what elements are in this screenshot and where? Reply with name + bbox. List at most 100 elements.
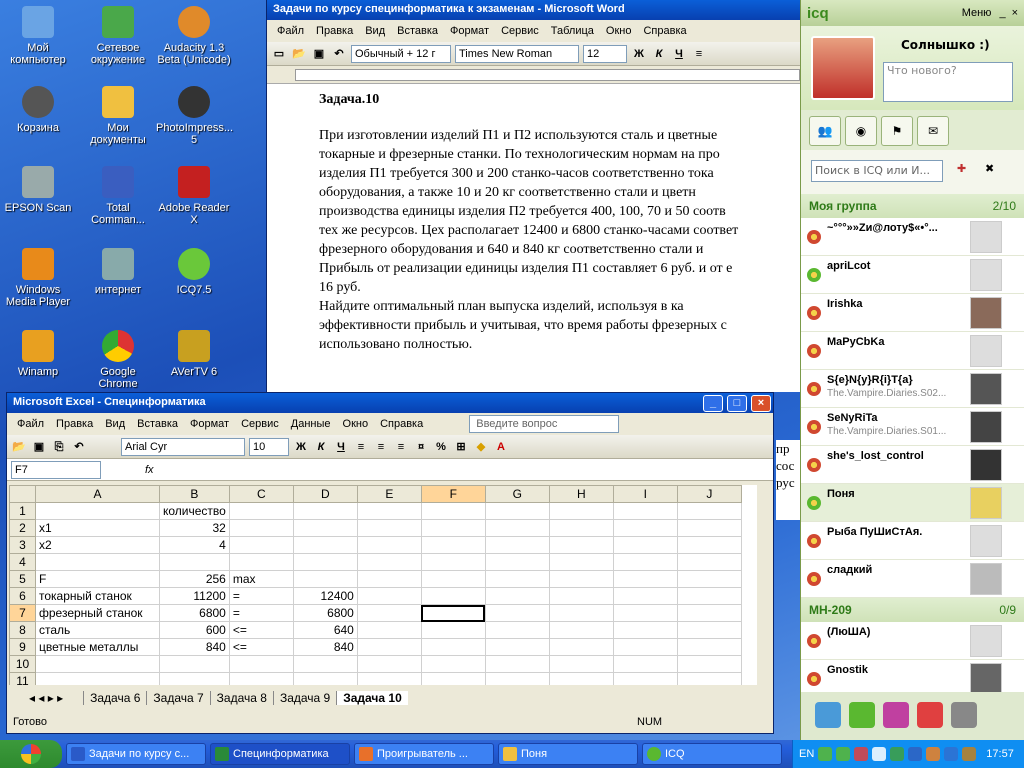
- desktop-icon-internet[interactable]: интернет: [80, 248, 156, 296]
- tray-app-icon[interactable]: [872, 747, 887, 761]
- cell[interactable]: 32: [159, 519, 230, 537]
- desktop-icon-audacity[interactable]: Audacity 1.3 Beta (Unicode): [156, 6, 232, 66]
- desktop-icon-my-computer[interactable]: Мой компьютер: [0, 6, 76, 66]
- sms-tab-icon[interactable]: ✉: [917, 116, 949, 146]
- cell[interactable]: F: [35, 570, 160, 588]
- cell[interactable]: [35, 553, 160, 571]
- cell[interactable]: 640: [292, 621, 358, 639]
- start-button[interactable]: [0, 740, 62, 768]
- status-message-input[interactable]: Что нового?: [883, 62, 1013, 102]
- add-contact-icon[interactable]: ✚: [957, 162, 966, 175]
- open-icon[interactable]: 📂: [11, 439, 27, 455]
- row-header[interactable]: 7: [9, 604, 36, 622]
- column-header[interactable]: E: [356, 485, 422, 503]
- cell[interactable]: =: [228, 587, 294, 605]
- cell[interactable]: [292, 519, 358, 537]
- desktop-icon-photoimpress[interactable]: PhotoImpress... 5: [156, 86, 233, 146]
- cell[interactable]: [35, 655, 160, 673]
- row-header[interactable]: 11: [9, 672, 36, 685]
- taskbar-item-folder[interactable]: Поня: [498, 743, 638, 765]
- cell[interactable]: [292, 672, 358, 685]
- gift-icon[interactable]: [883, 702, 909, 728]
- cell[interactable]: [292, 502, 358, 520]
- fill-color-icon[interactable]: ◆: [473, 439, 489, 455]
- align-left-icon[interactable]: ≡: [691, 46, 707, 62]
- open-icon[interactable]: 📂: [291, 46, 307, 62]
- cell[interactable]: [292, 570, 358, 588]
- desktop-icon-winamp[interactable]: Winamp: [0, 330, 76, 378]
- cell[interactable]: [159, 553, 230, 571]
- column-header[interactable]: A: [35, 485, 160, 503]
- icq-menu-button[interactable]: Меню: [962, 7, 992, 19]
- spreadsheet-grid[interactable]: A B C D E F G H I J 1 количество 2 x1 32 3x…: [9, 485, 757, 685]
- excel-menu-view[interactable]: Вид: [99, 418, 131, 430]
- cell[interactable]: количество: [159, 502, 230, 520]
- contact-item[interactable]: (ЛюША): [801, 622, 1024, 660]
- save-icon[interactable]: ▣: [311, 46, 327, 62]
- desktop-icon-icq[interactable]: ICQ7.5: [156, 248, 232, 296]
- contacts-tab-icon[interactable]: 👥: [809, 116, 841, 146]
- cell[interactable]: [35, 502, 160, 520]
- close-icon[interactable]: ×: [751, 395, 771, 412]
- row-header[interactable]: 3: [9, 536, 36, 554]
- column-header[interactable]: C: [228, 485, 294, 503]
- sheet-tab[interactable]: Задача 9: [272, 691, 336, 705]
- underline-button[interactable]: Ч: [333, 439, 349, 455]
- desktop-icon-recycle-bin[interactable]: Корзина: [0, 86, 76, 134]
- tray-app-icon[interactable]: [890, 747, 905, 761]
- word-menu-edit[interactable]: Правка: [310, 25, 359, 37]
- icq-nick[interactable]: Солнышко :): [901, 38, 990, 52]
- cell[interactable]: [35, 672, 160, 685]
- cell[interactable]: сталь: [35, 621, 160, 639]
- contact-item[interactable]: S{e}N{y}R{i}T{a} The.Vampire.Diaries.S02.…: [801, 370, 1024, 408]
- taskbar-item-icq[interactable]: ICQ: [642, 743, 782, 765]
- contact-item[interactable]: ~°°°»»Zи@лоту$«•°...: [801, 218, 1024, 256]
- excel-menu-window[interactable]: Окно: [337, 418, 375, 430]
- help-question-input[interactable]: Введите вопрос: [469, 415, 620, 433]
- avatar[interactable]: [811, 36, 875, 100]
- cell[interactable]: 12400: [292, 587, 358, 605]
- word-menu-insert[interactable]: Вставка: [391, 25, 444, 37]
- bold-button[interactable]: Ж: [631, 46, 647, 62]
- taskbar-item-word[interactable]: Задачи по курсу с...: [66, 743, 206, 765]
- cell[interactable]: [159, 655, 230, 673]
- undo-icon[interactable]: ↶: [331, 46, 347, 62]
- excel-menu-tools[interactable]: Сервис: [235, 418, 285, 430]
- sheet-tab[interactable]: Задача 7: [146, 691, 209, 705]
- cell[interactable]: [228, 553, 294, 571]
- cell[interactable]: <=: [228, 621, 294, 639]
- cell[interactable]: 840: [159, 638, 230, 656]
- cell[interactable]: <=: [228, 638, 294, 656]
- group-header[interactable]: МН-209 0/9: [801, 598, 1024, 622]
- tools-icon[interactable]: ✖: [985, 162, 994, 175]
- font-select[interactable]: Arial Cyr: [121, 437, 245, 456]
- row-header[interactable]: 6: [9, 587, 36, 605]
- column-header[interactable]: F: [420, 485, 486, 503]
- cell[interactable]: [228, 502, 294, 520]
- undo-icon[interactable]: ↶: [71, 439, 87, 455]
- cell[interactable]: 6800: [159, 604, 230, 622]
- column-header[interactable]: J: [676, 485, 742, 503]
- taskbar-item-excel[interactable]: Специнформатика: [210, 743, 350, 765]
- italic-button[interactable]: К: [651, 46, 667, 62]
- borders-icon[interactable]: ⊞: [453, 439, 469, 455]
- row-header[interactable]: 5: [9, 570, 36, 588]
- word-menu-table[interactable]: Таблица: [545, 25, 600, 37]
- taskbar-item-player[interactable]: Проигрыватель ...: [354, 743, 494, 765]
- row-header[interactable]: 9: [9, 638, 36, 656]
- help-icon[interactable]: [917, 702, 943, 728]
- desktop-icon-wmp[interactable]: Windows Media Player: [0, 248, 76, 308]
- select-all-corner[interactable]: [9, 485, 36, 503]
- cell[interactable]: 6800: [292, 604, 358, 622]
- clock[interactable]: 17:57: [986, 748, 1014, 760]
- row-header[interactable]: 1: [9, 502, 36, 520]
- sheet-tab-active[interactable]: Задача 10: [336, 691, 408, 705]
- volume-icon[interactable]: [962, 747, 977, 761]
- column-header[interactable]: G: [484, 485, 550, 503]
- tray-app-icon[interactable]: [944, 747, 959, 761]
- cell[interactable]: x2: [35, 536, 160, 554]
- excel-menu-help[interactable]: Справка: [374, 418, 429, 430]
- excel-menu-data[interactable]: Данные: [285, 418, 337, 430]
- word-ruler[interactable]: [267, 66, 800, 84]
- contact-item[interactable]: MaPyCbKa: [801, 332, 1024, 370]
